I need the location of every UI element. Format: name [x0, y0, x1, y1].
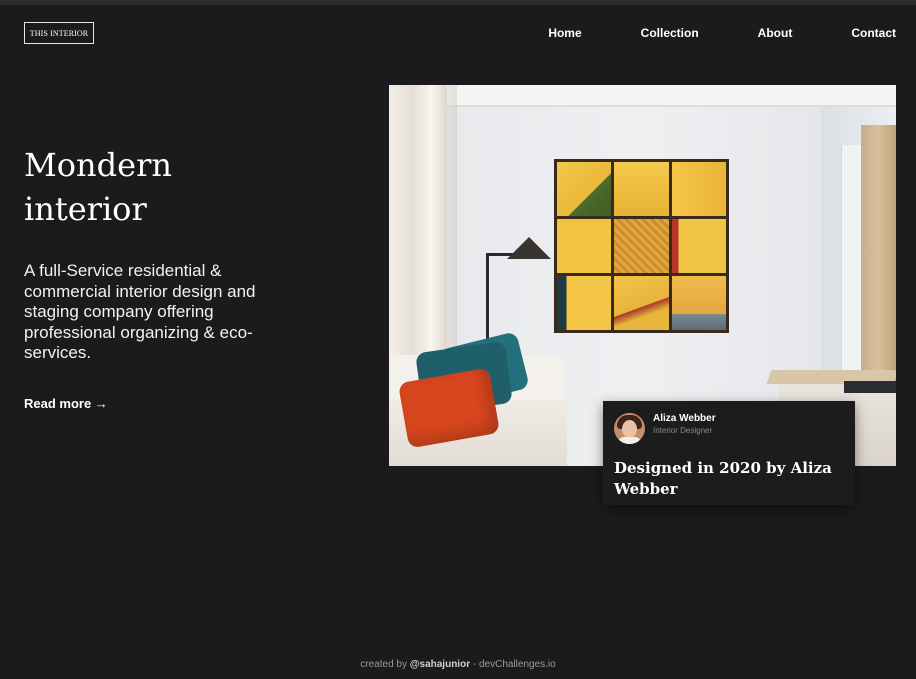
photo-ceiling-line [389, 105, 896, 107]
nav-about-link[interactable]: About [758, 26, 793, 40]
designer-name: Aliza Webber [653, 413, 716, 424]
nav-contact-link[interactable]: Contact [851, 26, 896, 40]
nav-collection-link[interactable]: Collection [641, 26, 699, 40]
hero-title-line-2: interior [24, 190, 147, 228]
card-title: Designed in 2020 by Aliza Webber [614, 459, 832, 498]
read-more-link[interactable]: Read more → [24, 396, 108, 411]
art-tile [557, 219, 612, 273]
footer-handle-link[interactable]: @sahajunior [410, 659, 470, 670]
art-tile [557, 162, 612, 216]
designer-role: Interior Designer [653, 426, 713, 435]
nav-home-link[interactable]: Home [548, 26, 581, 40]
footer: created by @sahajunior - devChallenges.i… [0, 659, 916, 670]
hero-description: A full-Service residential & commercial … [24, 261, 256, 362]
photo-ceiling [389, 85, 896, 107]
art-tile [557, 276, 612, 330]
art-tile [671, 219, 726, 273]
avatar-face [622, 420, 637, 438]
top-bar [0, 0, 916, 5]
avatar [614, 413, 645, 444]
hero-title: Mondern interior [24, 143, 284, 231]
footer-suffix: - devChallenges.io [470, 659, 556, 670]
logo[interactable]: THIS INTERIOR [24, 22, 94, 44]
hero-title-line-1: Mondern [24, 146, 172, 184]
art-tile [614, 276, 669, 330]
art-tile [671, 162, 726, 216]
art-tile [614, 219, 669, 273]
art-tile [671, 276, 726, 330]
wall-art-grid [554, 159, 729, 333]
art-tile [614, 162, 669, 216]
photo-door [841, 145, 862, 405]
floor-lamp-shade [507, 237, 551, 259]
footer-prefix: created by [360, 659, 410, 670]
main-nav: Home Collection About Contact [489, 26, 896, 40]
avatar-body [618, 437, 641, 444]
laptop [844, 381, 896, 393]
designer-card[interactable]: Aliza Webber Interior Designer Designed … [603, 401, 855, 505]
